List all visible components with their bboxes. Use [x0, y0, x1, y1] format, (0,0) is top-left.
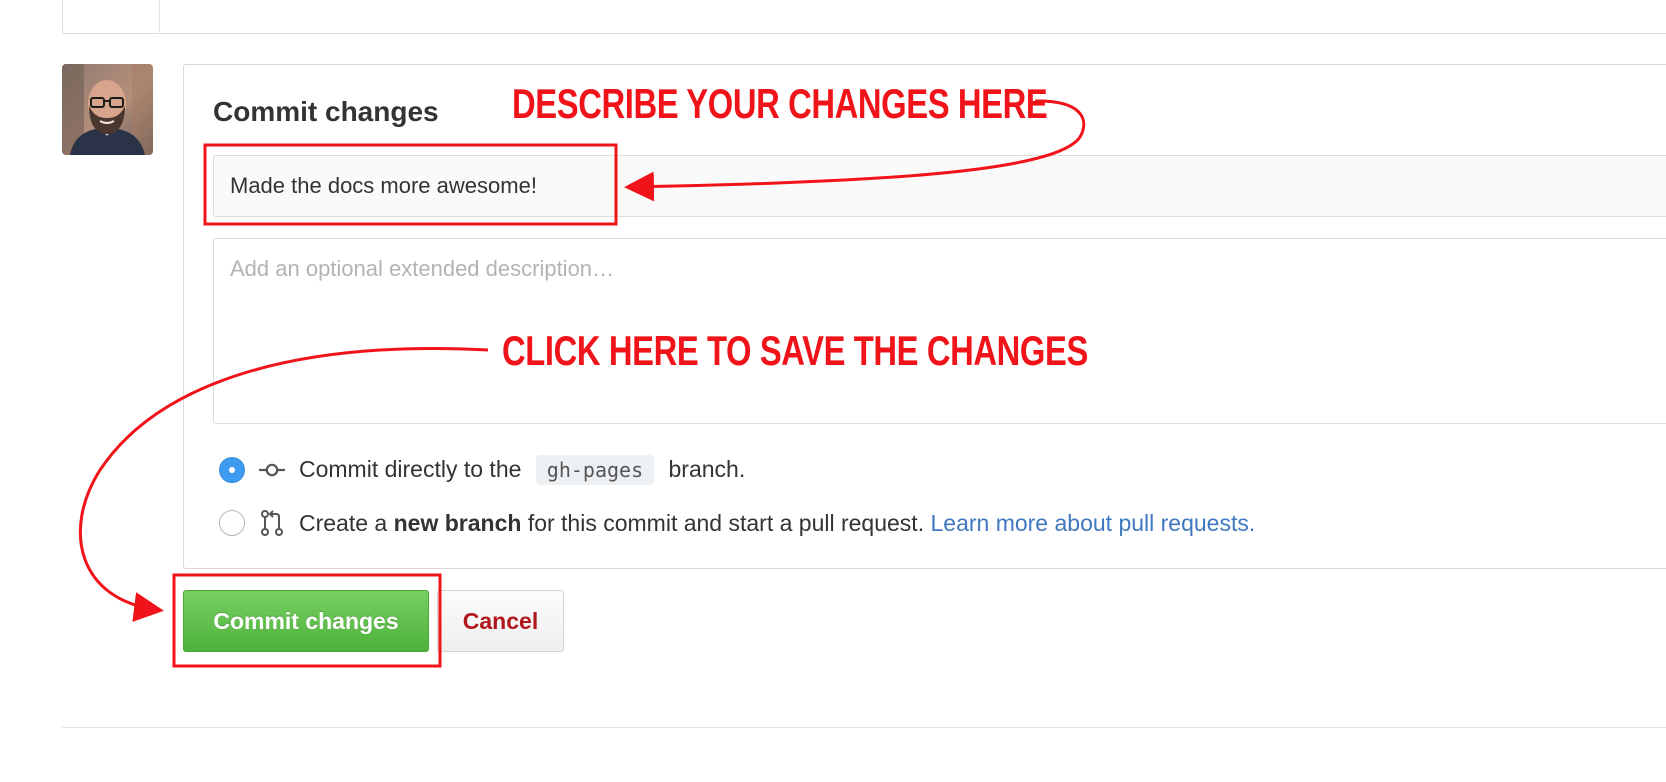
avatar-image	[62, 64, 153, 155]
commit-direct-option[interactable]: Commit directly to the gh-pages branch.	[219, 453, 745, 487]
new-branch-radio[interactable]	[219, 510, 245, 536]
learn-more-pull-requests-link[interactable]: Learn more about pull requests.	[930, 510, 1255, 536]
commit-direct-label: Commit directly to the gh-pages branch.	[299, 455, 745, 485]
gutter-divider	[159, 0, 160, 33]
git-pull-request-icon	[261, 510, 283, 536]
branch-name-badge: gh-pages	[535, 455, 655, 485]
new-branch-bold: new branch	[393, 509, 522, 536]
new-branch-middle: for this commit and start a pull request…	[527, 509, 925, 536]
new-branch-option[interactable]: Create a new branch for this commit and …	[219, 506, 1255, 540]
commit-form-heading: Commit changes	[213, 96, 439, 127]
commit-direct-prefix: Commit directly to the	[299, 456, 522, 482]
cancel-button[interactable]: Cancel	[437, 590, 564, 652]
commit-changes-button[interactable]: Commit changes	[183, 590, 429, 652]
commit-direct-suffix: branch.	[668, 456, 746, 482]
bottom-divider	[62, 727, 1666, 728]
previous-editor-panel	[62, 0, 1666, 34]
click-annotation: CLICK HERE TO SAVE THE CHANGES	[502, 327, 1088, 374]
describe-annotation: DESCRIBE YOUR CHANGES HERE	[512, 80, 1048, 127]
avatar	[62, 64, 153, 155]
new-branch-label: Create a new branch for this commit and …	[299, 510, 1255, 537]
commit-summary-input[interactable]	[213, 155, 1666, 217]
new-branch-prefix: Create a	[299, 509, 388, 536]
commit-direct-radio[interactable]	[219, 457, 245, 483]
git-commit-icon	[259, 463, 285, 477]
